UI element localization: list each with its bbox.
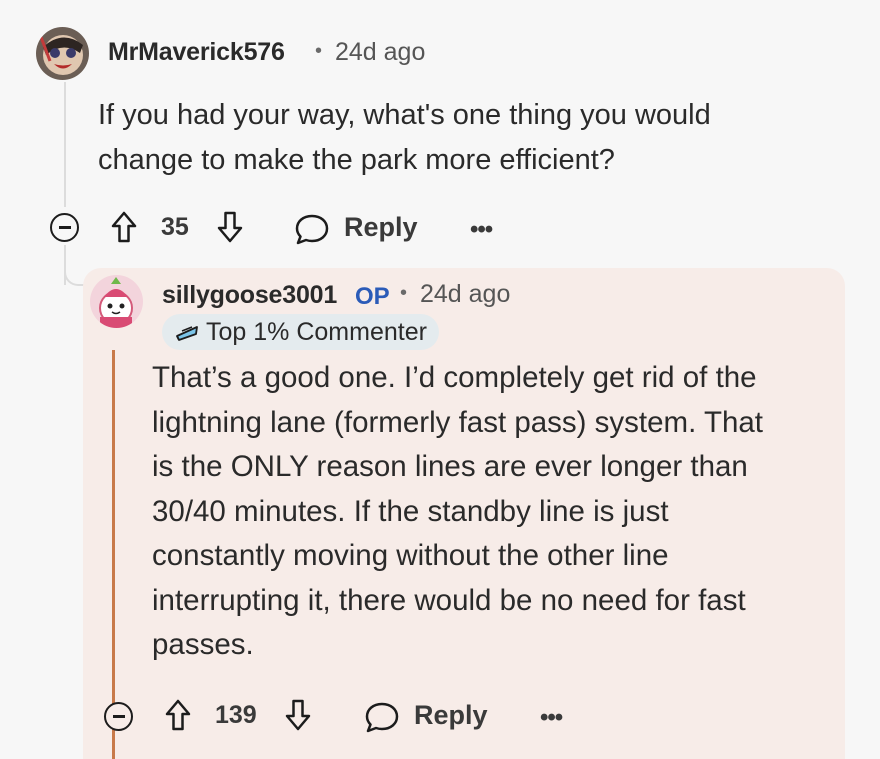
comment-timestamp[interactable]: 24d ago (335, 38, 425, 67)
downvote-icon[interactable] (216, 210, 244, 244)
speech-bubble-icon (294, 213, 330, 245)
thread-line (64, 82, 66, 207)
comment-author[interactable]: sillygoose3001 (162, 281, 337, 310)
reply-label: Reply (414, 700, 488, 730)
meta-separator: • (400, 282, 408, 304)
collapse-thread-button[interactable] (50, 213, 79, 242)
upvote-icon[interactable] (110, 210, 138, 244)
comment-body-line: That’s a good one. I’d completely get ri… (152, 361, 757, 394)
more-options-button[interactable]: ••• (470, 216, 493, 244)
comment-body-line: constantly moving without the other line (152, 539, 669, 572)
vote-count: 139 (215, 701, 257, 729)
comment-body: That’s a good one. I’d completely get ri… (152, 356, 763, 668)
comment-timestamp[interactable]: 24d ago (420, 280, 510, 309)
upvote-icon[interactable] (164, 698, 192, 732)
speech-bubble-icon (364, 701, 400, 733)
comment-body-line: If you had your way, what's one thing yo… (98, 99, 711, 131)
comment-body-line: is the ONLY reason lines are ever longer… (152, 450, 748, 483)
reply-button[interactable]: Reply (294, 208, 424, 248)
reply-button[interactable]: Reply (364, 696, 494, 736)
more-options-button[interactable]: ••• (540, 704, 563, 732)
reply-label: Reply (344, 212, 418, 242)
collapse-thread-button[interactable] (104, 702, 133, 731)
comment-body-line: lightning lane (formerly fast pass) syst… (152, 405, 764, 439)
avatar[interactable] (36, 27, 89, 80)
top-commenter-icon (174, 321, 200, 343)
reply-thread-bar (112, 350, 115, 759)
comment-body-line: passes. (152, 628, 254, 661)
op-badge: OP (355, 283, 390, 310)
downvote-icon[interactable] (284, 698, 312, 732)
comment-body-line: interrupting it, there would be no need … (152, 583, 746, 617)
avatar[interactable] (90, 275, 143, 328)
meta-separator: • (315, 40, 323, 62)
top-commenter-badge[interactable]: Top 1% Commenter (162, 314, 439, 350)
comment-author[interactable]: MrMaverick576 (108, 38, 285, 67)
comment-body-line: 30/40 minutes. If the standby line is ju… (152, 494, 669, 528)
top-commenter-label: Top 1% Commenter (206, 317, 427, 346)
vote-count: 35 (161, 213, 189, 241)
comment-body-line: change to make the park more efficient? (98, 143, 615, 176)
comment-body: If you had your way, what's one thing yo… (98, 93, 711, 182)
